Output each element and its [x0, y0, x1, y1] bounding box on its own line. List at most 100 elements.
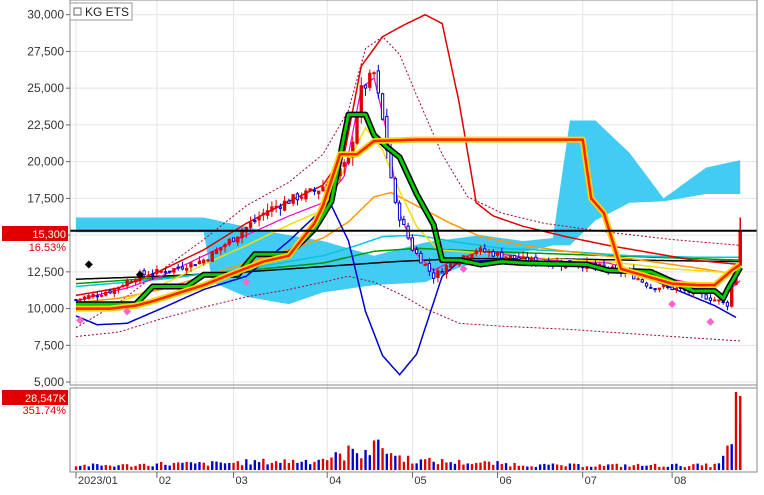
volume-bar [194, 463, 197, 470]
candle-body [78, 298, 82, 301]
volume-bar [598, 464, 601, 470]
volume-bar [338, 453, 342, 470]
volume-bar [155, 463, 159, 470]
symbol-name: KG ETS [85, 5, 129, 19]
candle-body [436, 270, 440, 278]
volume-bar [274, 461, 278, 470]
candle-body [355, 116, 359, 144]
candle-body [168, 270, 172, 273]
candle-body [512, 254, 517, 260]
y-tick-label: 22,500 [27, 118, 64, 132]
volume-bar [223, 463, 227, 470]
volume-bar [572, 463, 576, 470]
candle-body [214, 249, 219, 254]
volume-bar [313, 461, 316, 470]
volume-bar [739, 395, 742, 470]
candle-body [636, 278, 640, 281]
candle-body [193, 264, 197, 267]
chart-background [0, 0, 764, 490]
y-tick-label: 12,500 [27, 265, 64, 279]
volume-bar [202, 462, 205, 470]
volume-bar [215, 461, 218, 470]
volume-bar [91, 463, 95, 470]
candle-body [104, 292, 108, 296]
volume-bar [462, 464, 465, 470]
candle-body [189, 262, 193, 268]
volume-bar [279, 462, 282, 470]
price-chart[interactable]: 5,0007,50010,00012,50015,00017,50020,000… [0, 0, 764, 490]
volume-bar [607, 464, 610, 470]
volume-bar [487, 461, 491, 470]
volume-bar [296, 462, 299, 470]
volume-bar [287, 462, 291, 470]
candle-body [129, 281, 134, 284]
volume-bar [177, 462, 180, 470]
volume-bar [300, 461, 303, 470]
candle-body [227, 239, 231, 245]
volume-label: 28,547K [25, 393, 67, 405]
candle-body [640, 279, 644, 283]
volume-bar [321, 458, 325, 470]
candle-body [265, 210, 270, 216]
symbol-checkbox[interactable] [73, 7, 82, 16]
candle-body [649, 286, 653, 289]
candle-body [150, 273, 155, 276]
volume-bar [445, 462, 448, 470]
volume-bar [458, 459, 461, 470]
volume-bar [249, 464, 252, 470]
volume-bar [722, 455, 725, 470]
volume-bar [347, 445, 350, 470]
volume-bar [117, 465, 120, 470]
volume-bar [245, 459, 248, 470]
stock-chart-window: 5,0007,50010,00012,50015,00017,50020,000… [0, 0, 764, 490]
volume-bar [594, 466, 597, 470]
candle-body [223, 244, 227, 248]
candle-body [406, 225, 410, 239]
volume-bar [453, 463, 457, 470]
candle-body [500, 251, 504, 259]
volume-bar [142, 463, 146, 470]
candle-body [202, 259, 206, 264]
volume-bar [151, 466, 154, 470]
candle-body [721, 301, 725, 304]
volume-bar [666, 466, 670, 470]
volume-bar [198, 462, 201, 470]
candle-body [304, 190, 308, 200]
volume-bar [581, 467, 584, 470]
candle-body [312, 189, 317, 192]
volume-bar [560, 465, 563, 470]
volume-bar [538, 464, 542, 470]
volume-bar [441, 459, 444, 470]
volume-bar [624, 464, 627, 470]
volume-bar [385, 453, 388, 470]
candle-body [91, 293, 95, 298]
candle-body [478, 247, 483, 251]
volume-bar [615, 463, 618, 470]
volume-bar [389, 453, 393, 470]
volume-bar [398, 455, 401, 470]
x-tick-label: 03 [236, 475, 248, 487]
candle-body [449, 262, 453, 268]
candle-body [95, 295, 99, 298]
volume-bar [206, 465, 210, 470]
current-price-label: 15,300 [32, 229, 66, 241]
candle-body [257, 216, 261, 221]
volume-bar [670, 464, 674, 470]
candle-body [402, 219, 406, 226]
volume-bar [428, 457, 431, 470]
volume-bar [500, 463, 503, 470]
volume-bar [334, 452, 337, 470]
volume-bar [475, 462, 478, 470]
candle-body [653, 288, 657, 291]
candle-body [82, 296, 87, 300]
candle-body [372, 72, 376, 75]
candle-body [270, 206, 274, 212]
volume-bar [360, 458, 363, 470]
volume-bar [257, 462, 261, 470]
volume-bar [658, 466, 661, 470]
volume-bar [649, 465, 652, 470]
volume-bar [492, 464, 495, 470]
symbol-title-box[interactable]: KG ETS [69, 2, 133, 21]
volume-bar [236, 461, 239, 470]
volume-bar [551, 463, 555, 470]
